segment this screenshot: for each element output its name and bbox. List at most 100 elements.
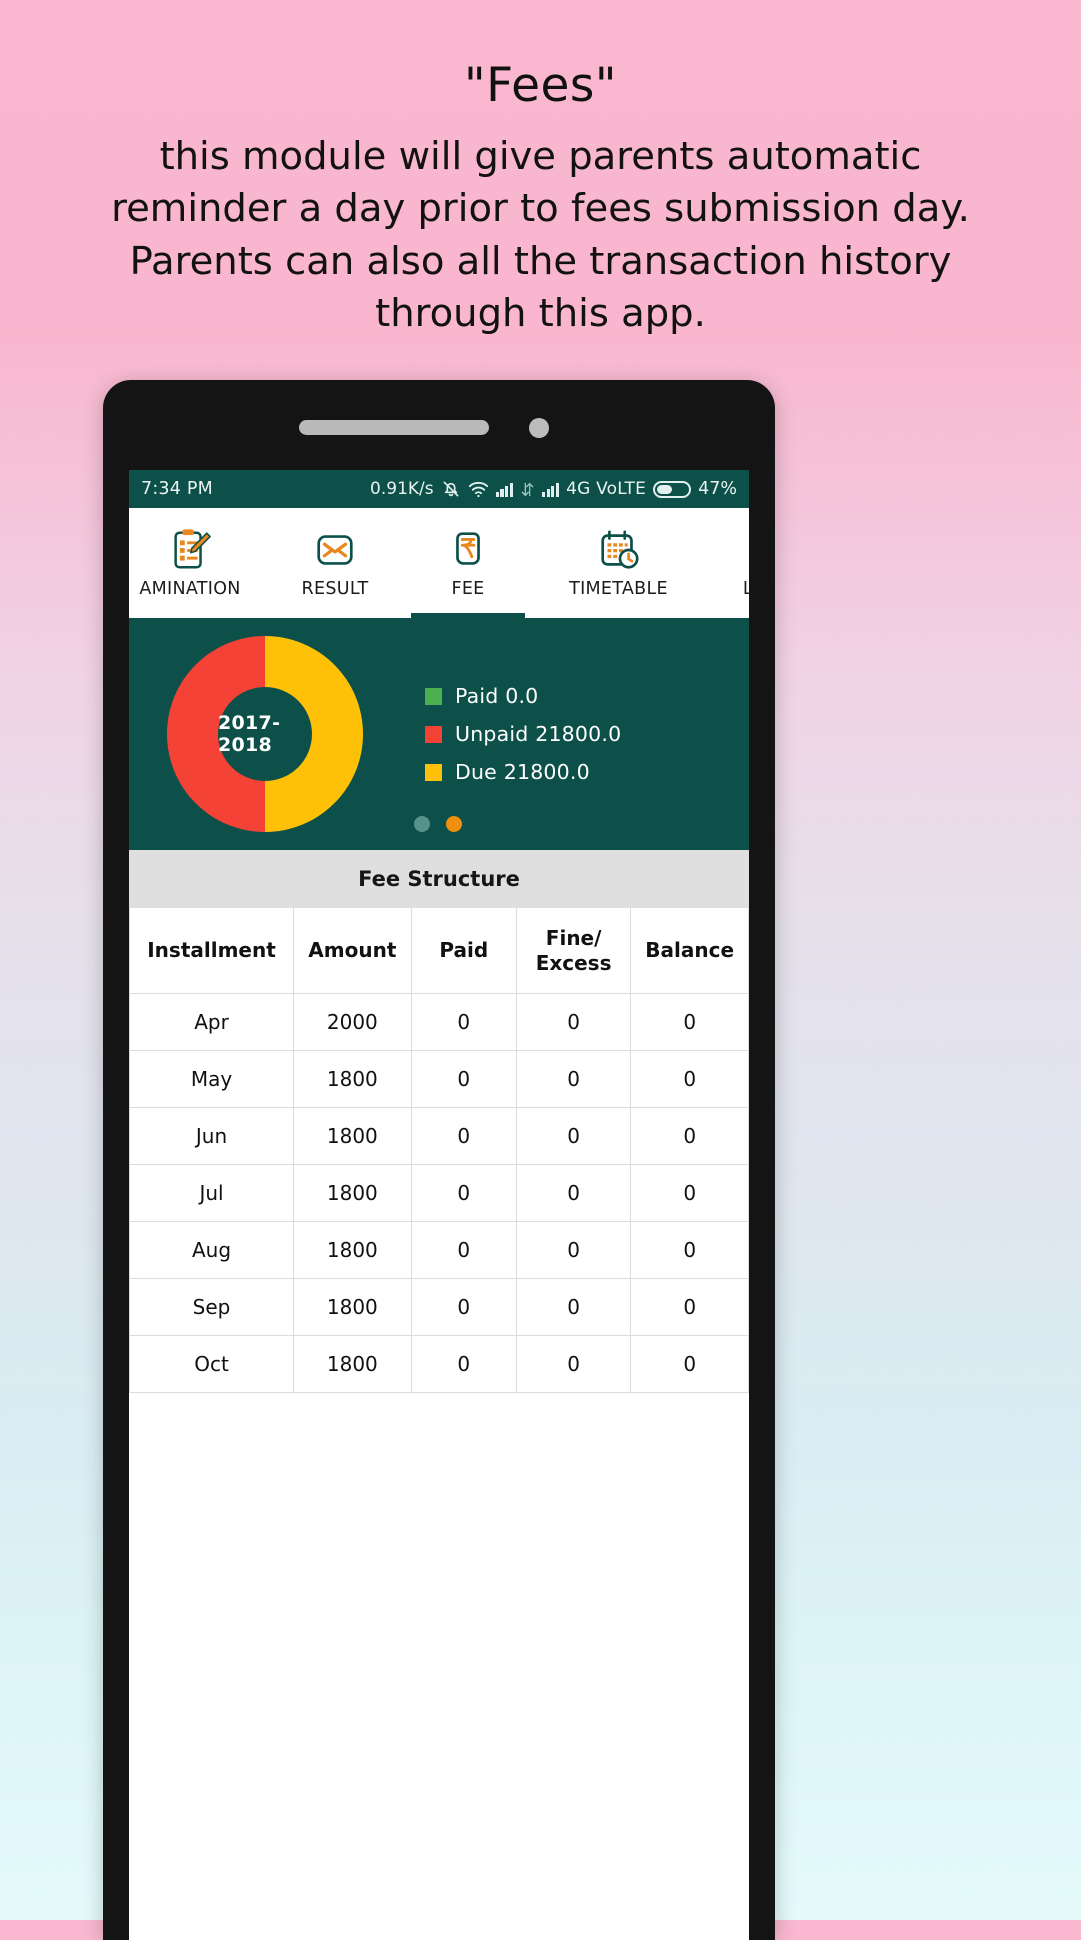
cell-amount: 1800 xyxy=(293,1335,412,1393)
cell-installment: Jul xyxy=(129,1164,295,1222)
module-tab-bar[interactable]: AMINATION RESULT FEE TIMETABLE L xyxy=(129,508,749,618)
phone-mockup: 7:34 PM 0.91K/s 4G VoLTE 47% AMINATION R… xyxy=(103,380,775,1940)
cell-paid: 0 xyxy=(410,1107,517,1165)
cell-fine: 0 xyxy=(515,1050,632,1108)
cell-paid: 0 xyxy=(410,1335,517,1393)
status-bar: 7:34 PM 0.91K/s 4G VoLTE 47% xyxy=(129,470,749,508)
status-time: 7:34 PM xyxy=(141,479,213,499)
cell-amount: 1800 xyxy=(293,1164,412,1222)
signal-bars-icon xyxy=(495,482,513,497)
table-header-row: Installment Amount Paid Fine/ Excess Bal… xyxy=(129,907,749,994)
cell-installment: Oct xyxy=(129,1335,295,1393)
phone-screen: 7:34 PM 0.91K/s 4G VoLTE 47% AMINATION R… xyxy=(129,470,749,1940)
cell-installment: Jun xyxy=(129,1107,295,1165)
cell-paid: 0 xyxy=(410,1278,517,1336)
phone-bezel-top xyxy=(103,380,775,470)
column-header-amount: Amount xyxy=(293,907,412,994)
cell-fine: 0 xyxy=(515,1221,632,1279)
clipboard-pencil-icon xyxy=(167,527,213,573)
data-transfer-icon xyxy=(520,481,535,498)
tab-label: AMINATION xyxy=(139,579,241,599)
signal-bars-icon-2 xyxy=(541,482,560,497)
cell-balance: 0 xyxy=(630,1164,749,1222)
cell-fine: 0 xyxy=(515,1107,632,1165)
pager-dot-1[interactable] xyxy=(414,816,430,832)
tab-label: RESULT xyxy=(301,579,369,599)
fee-donut-chart[interactable]: 2017-2018 xyxy=(167,636,363,832)
cell-balance: 0 xyxy=(630,1221,749,1279)
legend-label: Unpaid 21800.0 xyxy=(455,722,622,746)
cell-balance: 0 xyxy=(630,1050,749,1108)
table-row[interactable]: Apr 2000 0 0 0 xyxy=(129,993,749,1051)
tab-label: TIMETABLE xyxy=(569,579,668,599)
legend-swatch-due xyxy=(425,763,442,781)
cell-paid: 0 xyxy=(410,993,517,1051)
legend-swatch-paid xyxy=(425,687,442,705)
rupee-icon xyxy=(445,527,491,573)
fee-structure-table: Installment Amount Paid Fine/ Excess Bal… xyxy=(129,907,749,1393)
cell-amount: 1800 xyxy=(293,1107,412,1165)
cell-amount: 1800 xyxy=(293,1221,412,1279)
table-row[interactable]: Jun 1800 0 0 0 xyxy=(129,1107,749,1165)
pager-dot-2[interactable] xyxy=(446,816,462,832)
tab-timetable[interactable]: TIMETABLE xyxy=(531,508,706,618)
cell-balance: 0 xyxy=(630,1278,749,1336)
table-row[interactable]: May 1800 0 0 0 xyxy=(129,1050,749,1108)
fee-structure-title: Fee Structure xyxy=(129,850,749,907)
battery-icon xyxy=(653,480,692,498)
status-network-type: 4G VoLTE xyxy=(566,479,647,499)
legend-swatch-unpaid xyxy=(425,725,442,743)
cell-amount: 1800 xyxy=(293,1278,412,1336)
tab-label: FEE xyxy=(451,579,485,599)
wifi-icon xyxy=(468,481,489,498)
column-header-fine-excess: Fine/ Excess xyxy=(515,907,632,994)
promo-description: this module will give parents automatic … xyxy=(111,134,970,337)
carousel-pager[interactable] xyxy=(414,816,462,832)
column-header-balance: Balance xyxy=(630,907,749,994)
calendar-clock-icon xyxy=(596,527,642,573)
tab-leave[interactable]: LEAVE xyxy=(706,508,749,618)
cell-fine: 0 xyxy=(515,1335,632,1393)
donut-session-label: 2017-2018 xyxy=(218,712,281,756)
front-camera-icon xyxy=(529,418,549,438)
promo-title: "Fees" xyxy=(463,58,618,113)
earpiece-speaker-icon xyxy=(299,420,489,435)
tab-result[interactable]: RESULT xyxy=(265,508,405,618)
cell-installment: May xyxy=(129,1050,295,1108)
cell-amount: 1800 xyxy=(293,1050,412,1108)
tab-fee[interactable]: FEE xyxy=(405,508,531,618)
legend-item-paid: Paid 0.0 xyxy=(425,684,621,708)
donut-center: 2017-2018 xyxy=(218,687,312,781)
chart-legend: Paid 0.0 Unpaid 21800.0 Due 21800.0 xyxy=(425,684,621,784)
legend-label: Due 21800.0 xyxy=(455,760,590,784)
status-network-speed: 0.91K/s xyxy=(370,479,434,499)
legend-item-unpaid: Unpaid 21800.0 xyxy=(425,722,621,746)
table-row[interactable]: Sep 1800 0 0 0 xyxy=(129,1278,749,1336)
bell-mute-icon xyxy=(441,479,461,499)
column-header-installment: Installment xyxy=(129,907,295,994)
cell-amount: 2000 xyxy=(293,993,412,1051)
cell-fine: 0 xyxy=(515,993,632,1051)
cell-fine: 0 xyxy=(515,1164,632,1222)
cell-balance: 0 xyxy=(630,993,749,1051)
status-battery-percent: 47% xyxy=(698,479,737,499)
table-row[interactable]: Aug 1800 0 0 0 xyxy=(129,1221,749,1279)
column-header-paid: Paid xyxy=(410,907,517,994)
tab-label: LEAVE xyxy=(742,579,749,599)
cell-fine: 0 xyxy=(515,1278,632,1336)
cell-paid: 0 xyxy=(410,1050,517,1108)
envelope-icon xyxy=(312,527,358,573)
note-pencil-icon xyxy=(748,527,749,573)
cell-paid: 0 xyxy=(410,1221,517,1279)
legend-item-due: Due 21800.0 xyxy=(425,760,621,784)
cell-balance: 0 xyxy=(630,1335,749,1393)
cell-balance: 0 xyxy=(630,1107,749,1165)
cell-installment: Apr xyxy=(129,993,295,1051)
legend-label: Paid 0.0 xyxy=(455,684,539,708)
table-row[interactable]: Jul 1800 0 0 0 xyxy=(129,1164,749,1222)
tab-examination[interactable]: AMINATION xyxy=(129,508,265,618)
fee-summary-chart-panel: 2017-2018 Paid 0.0 Unpaid 21800.0 Due 21… xyxy=(129,618,749,850)
cell-installment: Sep xyxy=(129,1278,295,1336)
table-row[interactable]: Oct 1800 0 0 0 xyxy=(129,1335,749,1393)
cell-paid: 0 xyxy=(410,1164,517,1222)
